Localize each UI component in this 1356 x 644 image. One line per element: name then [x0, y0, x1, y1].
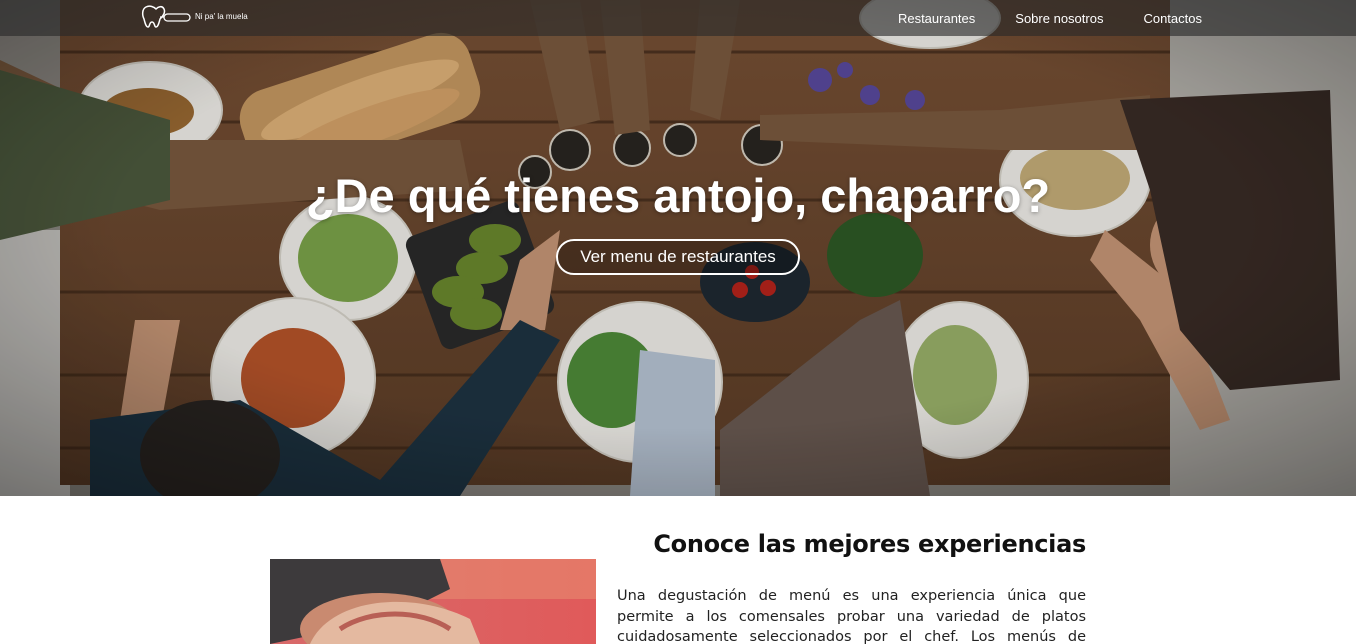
nav-menu: Restaurantes Sobre nosotros Contactos — [858, 0, 1202, 36]
nav-item-contactos[interactable]: Contactos — [1143, 11, 1202, 26]
brand-name: Ni pa' la muela — [195, 12, 248, 21]
section-paragraph: Una degustación de menú es una experienc… — [617, 588, 1086, 644]
section-title: Conoce las mejores experiencias — [653, 530, 1086, 558]
food-photo-image — [270, 559, 596, 644]
navbar: Ni pa' la muela Restaurantes Sobre nosot… — [0, 0, 1356, 36]
section-food-image — [270, 559, 596, 644]
hero-title: ¿De qué tienes antojo, chaparro? — [305, 169, 1051, 222]
hero-banner: Ni pa' la muela Restaurantes Sobre nosot… — [0, 0, 1356, 496]
view-restaurants-menu-button[interactable]: Ver menu de restaurantes — [556, 239, 800, 275]
nav-item-restaurantes[interactable]: Restaurantes — [898, 11, 975, 26]
tooth-logo-icon — [141, 5, 191, 28]
nav-item-sobre-nosotros[interactable]: Sobre nosotros — [1015, 11, 1103, 26]
brand-logo[interactable]: Ni pa' la muela — [140, 3, 260, 31]
